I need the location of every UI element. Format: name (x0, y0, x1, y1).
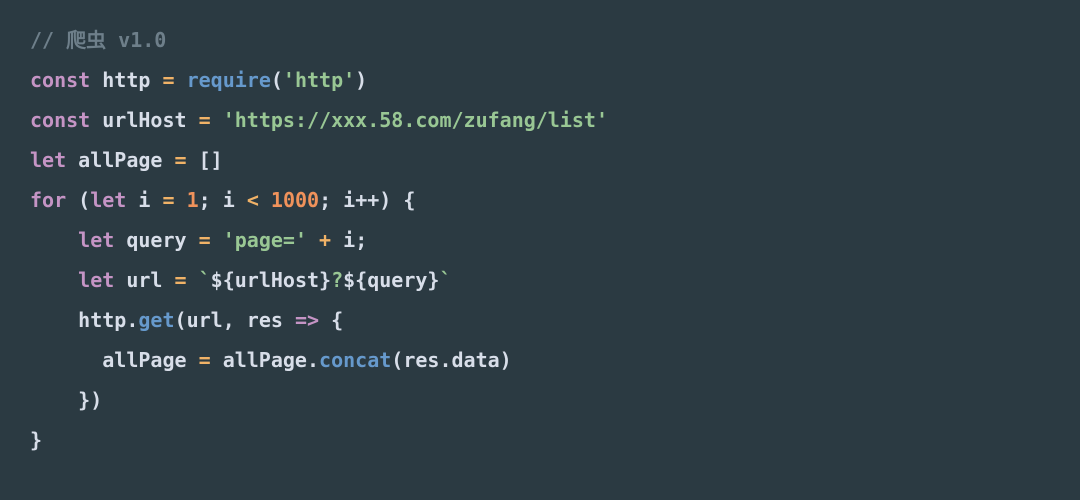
string: 'http' (283, 68, 355, 92)
operator-eq: = (199, 228, 211, 252)
keyword-let: let (78, 268, 114, 292)
paren: ) (379, 188, 391, 212)
paren: ( (271, 68, 283, 92)
identifier: allPage (78, 148, 162, 172)
identifier: query (126, 228, 186, 252)
identifier: i++ (343, 188, 379, 212)
paren: ( (175, 308, 187, 332)
code-line: http.get(url, res => { (30, 308, 343, 332)
fn-concat: concat (319, 348, 391, 372)
code-line: allPage = allPage.concat(res.data) (30, 348, 512, 372)
code-line: let allPage = [] (30, 148, 223, 172)
identifier: res (247, 308, 283, 332)
operator-eq: = (175, 268, 187, 292)
operator-eq: = (199, 108, 211, 132)
identifier: res.data (403, 348, 499, 372)
fn-get: get (138, 308, 174, 332)
paren: ( (78, 188, 90, 212)
operator-eq: = (175, 148, 187, 172)
comma: , (223, 308, 247, 332)
paren: ) (500, 348, 512, 372)
operator-eq: = (162, 188, 174, 212)
string: 'https://xxx.58.com/zufang/list' (223, 108, 608, 132)
identifier: url (126, 268, 162, 292)
keyword-let: let (90, 188, 126, 212)
semicolon: ; (199, 188, 211, 212)
identifier: url (187, 308, 223, 332)
operator-eq: = (199, 348, 211, 372)
identifier: http (102, 68, 150, 92)
dot: . (126, 308, 138, 332)
brace: } (30, 428, 42, 452)
semicolon: ; (355, 228, 367, 252)
code-line: for (let i = 1; i < 1000; i++) { (30, 188, 415, 212)
operator-eq: = (162, 68, 174, 92)
code-line: let query = 'page=' + i; (30, 228, 367, 252)
keyword-const: const (30, 108, 90, 132)
identifier: http (78, 308, 126, 332)
identifier: urlHost (102, 108, 186, 132)
identifier: i (343, 228, 355, 252)
brace: { (331, 308, 343, 332)
template-literal: `${urlHost}?${query}` (199, 268, 452, 292)
number: 1 (187, 188, 199, 212)
comment: // 爬虫 v1.0 (30, 28, 166, 52)
paren: ) (355, 68, 367, 92)
code-line: }) (30, 388, 102, 412)
code-line: const http = require('http') (30, 68, 367, 92)
identifier: i (223, 188, 235, 212)
code-line: // 爬虫 v1.0 (30, 28, 166, 52)
keyword-let: let (30, 148, 66, 172)
string: 'page=' (223, 228, 307, 252)
keyword-const: const (30, 68, 90, 92)
paren: ( (391, 348, 403, 372)
keyword-for: for (30, 188, 66, 212)
semicolon: ; (319, 188, 331, 212)
code-line: let url = `${urlHost}?${query}` (30, 268, 452, 292)
identifier: i (138, 188, 150, 212)
paren: ) (90, 388, 102, 412)
brace: { (403, 188, 415, 212)
fn-require: require (187, 68, 271, 92)
dot: . (307, 348, 319, 372)
array-literal: [] (199, 148, 223, 172)
code-block: // 爬虫 v1.0 const http = require('http') … (0, 0, 1080, 460)
code-line: } (30, 428, 42, 452)
keyword-let: let (78, 228, 114, 252)
number: 1000 (271, 188, 319, 212)
code-line: const urlHost = 'https://xxx.58.com/zufa… (30, 108, 608, 132)
operator-lt: < (247, 188, 259, 212)
brace: } (78, 388, 90, 412)
identifier: allPage (223, 348, 307, 372)
operator-plus: + (319, 228, 331, 252)
identifier: allPage (102, 348, 186, 372)
arrow: => (295, 308, 319, 332)
